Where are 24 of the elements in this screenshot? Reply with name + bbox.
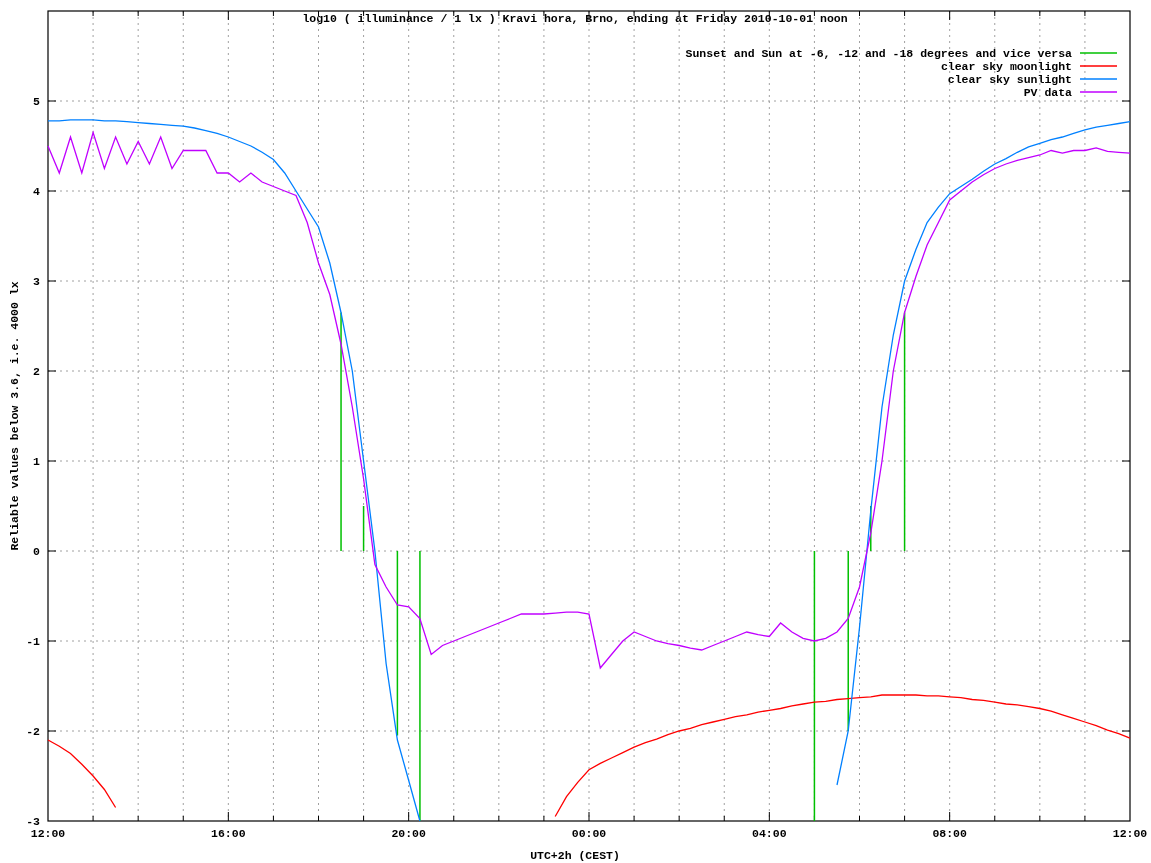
y-tick-label: -2 bbox=[26, 725, 40, 738]
y-axis-label: Reliable values below 3.6, i.e. 4000 lx bbox=[8, 281, 21, 551]
y-tick-label: 1 bbox=[33, 455, 40, 468]
y-tick-label: 2 bbox=[33, 365, 40, 378]
y-tick-label: -1 bbox=[26, 635, 40, 648]
legend-label: clear sky moonlight bbox=[940, 60, 1072, 73]
chart-title: log10 ( illuminance / 1 lx ) Kravi hora, Brno, ending at Friday 2010-10-01 noon bbox=[302, 12, 848, 25]
legend-label: clear sky sunlight bbox=[947, 73, 1072, 86]
x-tick-label: 04:00 bbox=[752, 827, 787, 840]
legend-label: PV data bbox=[1023, 86, 1072, 99]
x-tick-label: 16:00 bbox=[211, 827, 246, 840]
x-tick-label: 00:00 bbox=[571, 827, 607, 840]
y-tick-label: 3 bbox=[33, 275, 40, 288]
y-tick-label: -3 bbox=[26, 815, 40, 828]
x-axis-label: UTC+2h (CEST) bbox=[530, 849, 620, 862]
y-tick-label: 5 bbox=[33, 95, 40, 108]
x-tick-label: 08:00 bbox=[932, 827, 967, 840]
legend-label: Sunset and Sun at -6, -12 and -18 degrees and vice versa bbox=[685, 47, 1072, 60]
x-tick-label: 12:00 bbox=[30, 827, 66, 840]
y-tick-label: 0 bbox=[33, 545, 40, 558]
x-tick-label: 20:00 bbox=[391, 827, 426, 840]
bar bbox=[362, 506, 365, 551]
y-tick-label: 4 bbox=[33, 185, 40, 198]
x-tick-label: 12:00 bbox=[1112, 827, 1148, 840]
